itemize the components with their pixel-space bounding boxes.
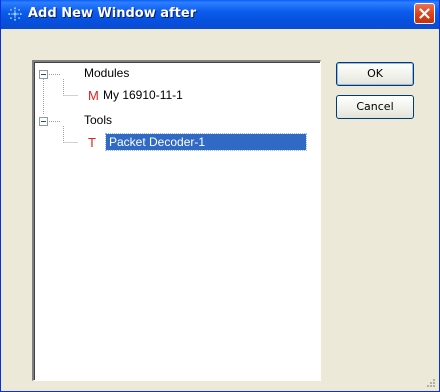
module-type-icon: M <box>88 88 99 103</box>
title-bar[interactable]: Add New Window after <box>1 0 439 29</box>
close-button[interactable] <box>414 3 435 24</box>
dialog-title: Add New Window after <box>28 6 197 21</box>
tree-node-module-item[interactable]: My 16910-11-1 <box>103 88 183 103</box>
tree-node-tools[interactable]: Tools <box>84 113 112 128</box>
tool-type-icon: T <box>88 135 96 150</box>
resize-grip-icon[interactable] <box>424 376 436 388</box>
collapse-tools-toggle[interactable] <box>39 117 48 126</box>
minus-box-icon <box>41 121 46 122</box>
window-tree-view[interactable]: Modules M My 16910-11-1 Tools T Packet D… <box>32 60 321 381</box>
add-new-window-dialog: Add New Window after Modules M My 16910-… <box>0 0 440 392</box>
ok-button[interactable]: OK <box>336 62 414 86</box>
tree-node-tool-item-selected[interactable]: Packet Decoder-1 <box>105 133 307 151</box>
close-icon <box>419 8 430 19</box>
app-sparkle-icon <box>7 6 23 22</box>
minus-box-icon <box>41 74 46 75</box>
cancel-button[interactable]: Cancel <box>336 95 414 119</box>
collapse-modules-toggle[interactable] <box>39 70 48 79</box>
tree-node-modules[interactable]: Modules <box>84 66 129 81</box>
